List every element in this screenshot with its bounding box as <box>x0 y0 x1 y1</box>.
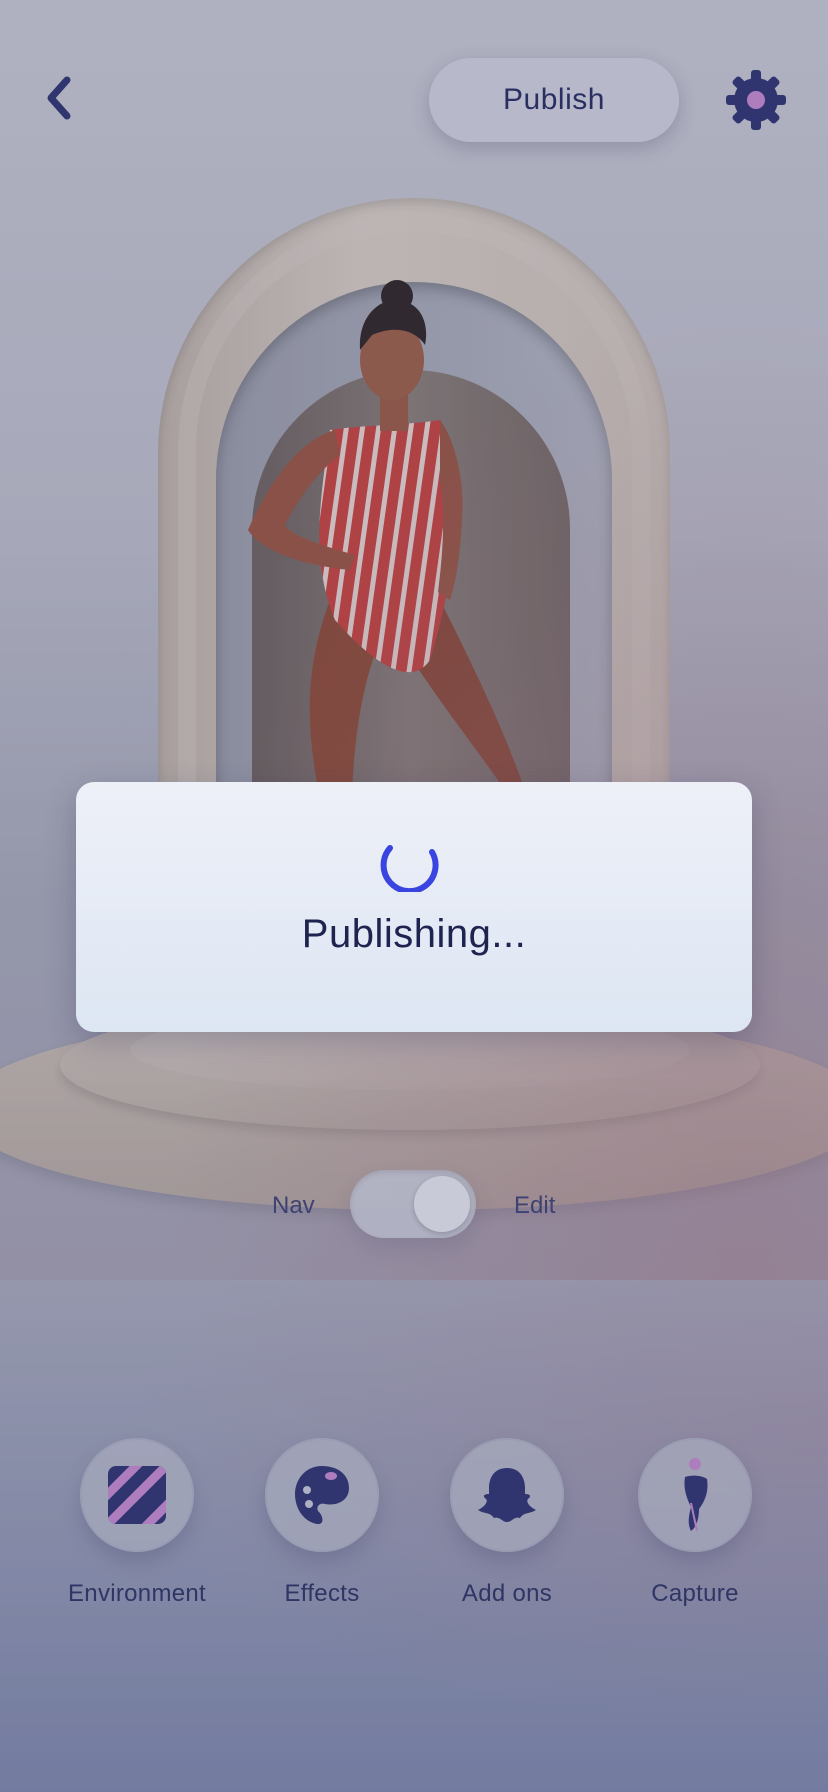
publishing-message: Publishing... <box>301 912 527 956</box>
loading-spinner-icon <box>380 845 439 892</box>
publishing-dialog: Publishing... <box>76 782 752 1032</box>
